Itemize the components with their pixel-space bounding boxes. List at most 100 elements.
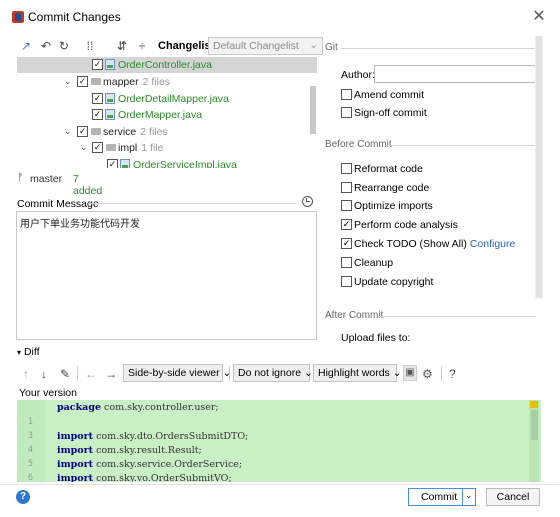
gear-icon[interactable]: ⚙ — [422, 367, 433, 381]
folder-icon — [91, 128, 101, 135]
tree-row-orderdetailmapper[interactable]: ✓ OrderDetailMapper.java — [17, 91, 317, 107]
checkbox[interactable]: ✓ — [92, 93, 103, 104]
option-label: Rearrange code — [354, 182, 430, 194]
collapse-all-icon[interactable]: ÷ — [135, 39, 149, 53]
title-bar: Commit Changes ✕ — [0, 0, 560, 34]
code-line: 5 import com.sky.service.OrderService; — [17, 458, 527, 472]
code-line: 4 import com.sky.result.Result; — [17, 444, 527, 458]
checkbox[interactable]: ✓ — [92, 109, 103, 120]
line-number: 5 — [27, 459, 33, 469]
checkbox[interactable]: ✓ — [77, 126, 88, 137]
after-commit-divider — [378, 316, 535, 317]
undo-icon[interactable]: ↶ — [39, 39, 53, 53]
tree-item-label: mapper — [103, 76, 139, 88]
tree-folder-label: service 2 files — [103, 126, 168, 138]
arrow-up-icon[interactable]: ↑ — [23, 367, 29, 381]
commit-message-input[interactable]: 用户下单业务功能代码开发 — [16, 211, 317, 340]
diff-toolbar: ↑ ↓ ✎ ← → Side-by-side viewer ⌄ Do not i… — [17, 364, 537, 384]
expand-all-icon[interactable]: ⇵ — [115, 39, 129, 53]
diff-title: Diff — [23, 346, 40, 358]
checkbox[interactable] — [341, 89, 352, 100]
chevron-down-icon: ⌄ — [392, 367, 402, 379]
added-count: 7 added — [73, 173, 103, 197]
branch-name[interactable]: master — [30, 173, 62, 185]
viewer-select[interactable]: Side-by-side viewer ⌄ — [123, 364, 231, 382]
code-keyword: import — [57, 473, 94, 482]
tree-scrollbar[interactable] — [310, 86, 316, 134]
checkbox[interactable]: ✓ — [107, 159, 118, 168]
commit-button[interactable]: Commit ⌄ — [408, 488, 476, 506]
changelist-select[interactable]: Default Changelist ⌄ — [208, 37, 323, 55]
chevron-down-icon[interactable]: ⌄ — [64, 76, 72, 87]
code-rest: com.sky.service.OrderService; — [93, 459, 243, 470]
chevron-down-icon: ⌄ — [222, 367, 232, 379]
checkbox[interactable]: ✓ — [341, 238, 352, 249]
cancel-button[interactable]: Cancel — [486, 488, 540, 506]
options-scrollbar[interactable] — [535, 36, 543, 298]
tree-item-label: impl — [118, 142, 138, 154]
arrow-in-icon[interactable]: ↗ — [19, 39, 33, 53]
checkbox[interactable]: ✓ — [341, 219, 352, 230]
checkbox[interactable] — [341, 182, 352, 193]
your-version-label: Your version — [19, 387, 77, 399]
refresh-icon[interactable]: ↻ — [57, 39, 71, 53]
line-number: 1 — [27, 417, 33, 427]
ignore-select[interactable]: Do not ignore ⌄ — [233, 364, 313, 382]
history-clock-icon[interactable] — [302, 196, 313, 207]
commit-message-label: Commit Message — [17, 198, 99, 210]
tree-row-mapper[interactable]: ⌄ ✓ mapper 2 files — [17, 74, 317, 90]
checkbox[interactable] — [341, 107, 352, 118]
code-text: import com.sky.vo.OrderSubmitVO; — [57, 473, 232, 482]
close-icon[interactable]: ✕ — [528, 6, 550, 28]
lock-icon[interactable]: ▣ — [403, 365, 417, 381]
tree-item-label: OrderMapper.java — [118, 109, 203, 121]
change-marker — [530, 401, 538, 408]
highlight-select[interactable]: Highlight words ⌄ — [313, 364, 402, 382]
tree-row-ordercontroller[interactable]: ✓ OrderController.java — [17, 57, 317, 73]
checkbox[interactable]: ✓ — [92, 142, 103, 153]
chevron-down-icon[interactable]: ⌄ — [465, 490, 473, 501]
tree-row-service[interactable]: ⌄ ✓ service 2 files — [17, 124, 317, 140]
tree-row-impl[interactable]: ⌄ ✓ impl 1 file — [17, 140, 317, 156]
tree-item-count: 1 file — [141, 142, 164, 154]
checkbox[interactable] — [341, 200, 352, 211]
tree-row-ordermapper[interactable]: ✓ OrderMapper.java — [17, 107, 317, 123]
checkbox[interactable] — [341, 163, 352, 174]
separator — [229, 366, 230, 381]
tree-row-orderserviceimpl[interactable]: ✓ OrderServiceImpl.java — [17, 157, 317, 168]
commit-message-divider — [88, 203, 296, 204]
line-number: 6 — [27, 473, 33, 482]
code-line: package com.sky.controller.user; — [17, 401, 527, 415]
code-keyword: import — [57, 445, 94, 456]
ignore-select-value: Do not ignore — [238, 367, 302, 379]
arrow-down-icon[interactable]: ↓ — [41, 367, 47, 381]
diff-header[interactable]: ▾ Diff — [17, 346, 40, 358]
configure-link[interactable]: Configure — [470, 238, 516, 250]
java-file-icon — [105, 109, 115, 120]
help-icon[interactable]: ? — [16, 490, 30, 504]
checkbox[interactable]: ✓ — [92, 59, 103, 70]
group-icon[interactable]: ⁞⁞ — [83, 39, 97, 53]
java-file-icon — [120, 159, 130, 168]
edit-icon[interactable]: ✎ — [60, 367, 70, 381]
diff-code-view[interactable]: package com.sky.controller.user; 1 3 imp… — [17, 400, 541, 482]
help-icon[interactable]: ? — [449, 367, 456, 381]
arrow-left-icon[interactable]: ← — [85, 367, 97, 381]
code-scroll-thumb[interactable] — [531, 410, 538, 440]
folder-icon — [106, 144, 116, 151]
code-keyword: import — [57, 459, 94, 470]
highlight-select-value: Highlight words — [318, 367, 390, 379]
changes-toolbar: ↗ ↶ ↻ ⁞⁞ ⇵ ÷ Changelist: Default Changel… — [17, 37, 323, 57]
option-label: Optimize imports — [354, 200, 433, 212]
commit-button-label: Commit — [421, 491, 458, 503]
author-input[interactable] — [374, 65, 538, 83]
checkbox[interactable] — [341, 257, 352, 268]
line-number: 3 — [27, 431, 33, 441]
chevron-down-icon[interactable]: ⌄ — [64, 126, 72, 137]
arrow-right-icon[interactable]: → — [105, 367, 117, 381]
changelist-value: Default Changelist — [213, 40, 299, 52]
code-text: import com.sky.service.OrderService; — [57, 459, 242, 470]
checkbox[interactable] — [341, 276, 352, 287]
chevron-down-icon[interactable]: ⌄ — [80, 142, 88, 153]
checkbox[interactable]: ✓ — [77, 76, 88, 87]
